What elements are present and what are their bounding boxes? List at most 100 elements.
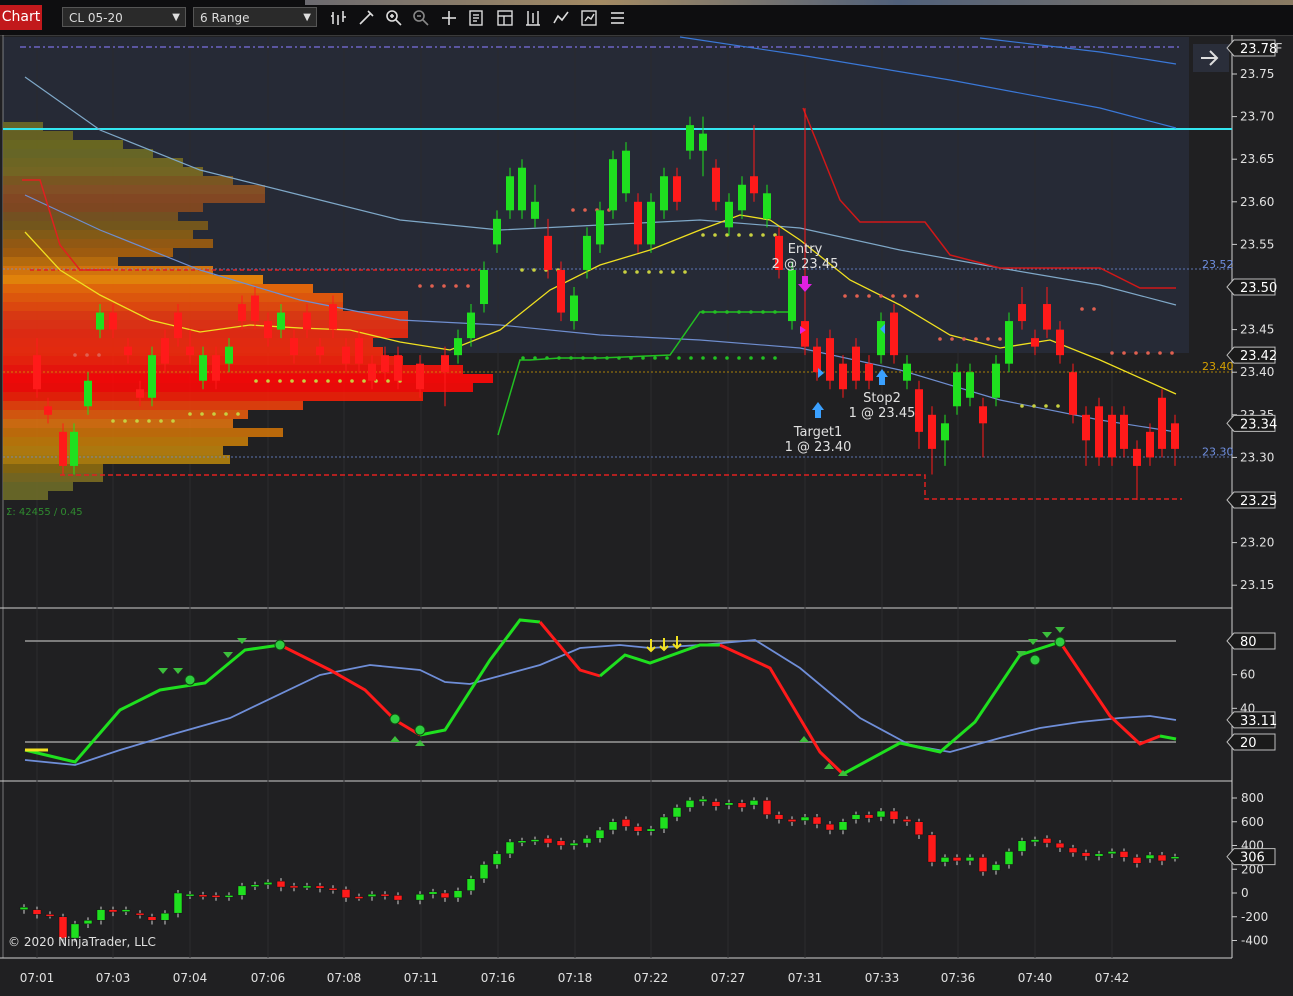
delta-body xyxy=(914,821,924,836)
vol-tick-label: -200 xyxy=(1241,910,1268,924)
chart-tab[interactable]: Chart xyxy=(0,5,42,30)
signal-dot xyxy=(701,310,705,314)
signal-dot xyxy=(532,268,536,272)
line-price-label: 23.52 xyxy=(1202,258,1234,271)
signal-dot xyxy=(773,310,777,314)
signal-dot xyxy=(635,270,639,274)
signal-dot xyxy=(1044,404,1048,408)
profile-row xyxy=(3,482,73,491)
price-tag-label: 23.25 xyxy=(1240,494,1277,509)
osc-signal-dot xyxy=(414,724,426,736)
candle-body xyxy=(199,355,207,381)
oscillator-fast-up xyxy=(842,640,1061,776)
delta-body xyxy=(1119,851,1129,858)
delta-body xyxy=(543,838,553,844)
bar-type-selector[interactable]: 6 Range ▼ xyxy=(193,7,317,27)
signal-dot xyxy=(442,284,446,288)
indicators-icon[interactable] xyxy=(551,8,571,28)
signal-dot xyxy=(749,356,753,360)
zoom-out-icon[interactable] xyxy=(411,8,431,28)
signal-dot xyxy=(147,419,151,423)
candle-body xyxy=(454,338,462,356)
candle-body xyxy=(788,269,796,322)
profile-row xyxy=(3,230,193,239)
candle-body xyxy=(750,176,758,194)
signal-dot xyxy=(212,412,216,416)
candle-body xyxy=(826,338,834,381)
price-tick-label: 23.30 xyxy=(1240,450,1274,464)
properties-icon[interactable] xyxy=(467,8,487,28)
profile-row xyxy=(3,419,233,428)
price-axis[interactable]: 23.75 23.70 23.65 23.60 23.55 23.50 23.45 23.40… xyxy=(1202,39,1282,592)
osc-signal-dot xyxy=(1054,636,1066,648)
delta-body xyxy=(978,857,988,872)
candle-body xyxy=(609,159,617,211)
signal-dot xyxy=(73,353,77,357)
strategies-icon[interactable] xyxy=(523,8,543,28)
delta-body xyxy=(224,895,234,898)
candle-body xyxy=(1018,304,1026,322)
time-tick-label: 07:31 xyxy=(788,971,823,985)
scroll-right-button[interactable] xyxy=(1193,44,1229,72)
down-triangle-icon xyxy=(223,652,233,658)
candle-body xyxy=(441,355,449,373)
time-tick-label: 07:08 xyxy=(327,971,362,985)
instrument-selector[interactable]: CL 05-20 ▼ xyxy=(62,7,186,27)
signal-dot xyxy=(855,294,859,298)
time-axis[interactable]: 07:01 07:03 07:04 07:06 07:08 07:11 07:16 07:18… xyxy=(20,971,1130,985)
price-tick-label: 23.20 xyxy=(1240,536,1274,550)
draw-pencil-icon[interactable] xyxy=(356,8,376,28)
signal-dot xyxy=(725,356,729,360)
chart-trader-icon[interactable] xyxy=(579,8,599,28)
chart-canvas[interactable]: Σ: 42455 / 0.45 Entry 2 @ 23.45 Target1 … xyxy=(0,35,1293,996)
signal-dot xyxy=(290,379,294,383)
bars-type-icon[interactable] xyxy=(329,8,349,28)
candle-body xyxy=(992,363,1000,398)
oscillator-fast-up xyxy=(24,643,281,764)
delta-body xyxy=(787,819,797,822)
candle-body xyxy=(186,346,194,356)
signal-dot xyxy=(938,337,942,341)
target-order-marker[interactable]: Target1 1 @ 23.40 xyxy=(785,402,852,455)
price-tick-label: 23.70 xyxy=(1240,110,1274,124)
candle-body xyxy=(316,346,324,356)
chart-toolbar: Chart CL 05-20 ▼ 6 Range ▼ xyxy=(0,0,1293,36)
signal-dot xyxy=(97,353,101,357)
signal-dot xyxy=(1056,404,1060,408)
delta-body xyxy=(1042,838,1052,844)
delta-body xyxy=(211,895,221,898)
candle-body xyxy=(84,380,92,407)
buy-arrow-icon xyxy=(876,369,888,385)
candle-body xyxy=(109,312,117,330)
signal-dot xyxy=(737,356,741,360)
signal-dot xyxy=(683,270,687,274)
buy-arrow-icon xyxy=(812,402,824,418)
delta-body xyxy=(354,896,364,899)
profile-row xyxy=(3,446,223,455)
delta-body xyxy=(250,884,260,887)
chevron-down-icon: ▼ xyxy=(172,12,180,23)
bar-type-value: 6 Range xyxy=(200,11,250,25)
delta-body xyxy=(341,889,351,898)
oscillator-axis[interactable]: 806040208033.1120 xyxy=(1226,632,1277,751)
delta-body xyxy=(659,816,669,830)
signal-dot xyxy=(749,310,753,314)
signal-dot xyxy=(123,419,127,423)
profile-row xyxy=(3,491,48,500)
volume-axis[interactable]: 8006004002000-200-400306 xyxy=(1226,791,1276,948)
zoom-in-icon[interactable] xyxy=(384,8,404,28)
chevron-down-icon: ▼ xyxy=(303,12,311,23)
candle-body xyxy=(493,218,501,245)
delta-body xyxy=(1030,839,1040,843)
data-box-icon[interactable] xyxy=(495,8,515,28)
crosshair-icon[interactable] xyxy=(439,8,459,28)
osc-value-label: 33.11 xyxy=(1240,714,1277,729)
list-menu-icon[interactable] xyxy=(607,8,627,28)
signal-dot xyxy=(266,379,270,383)
signal-dot xyxy=(1032,404,1036,408)
candle-body xyxy=(1158,397,1166,449)
signal-dot xyxy=(171,419,175,423)
candle-body xyxy=(890,312,898,356)
signal-dot xyxy=(430,284,434,288)
signal-dot xyxy=(761,356,765,360)
